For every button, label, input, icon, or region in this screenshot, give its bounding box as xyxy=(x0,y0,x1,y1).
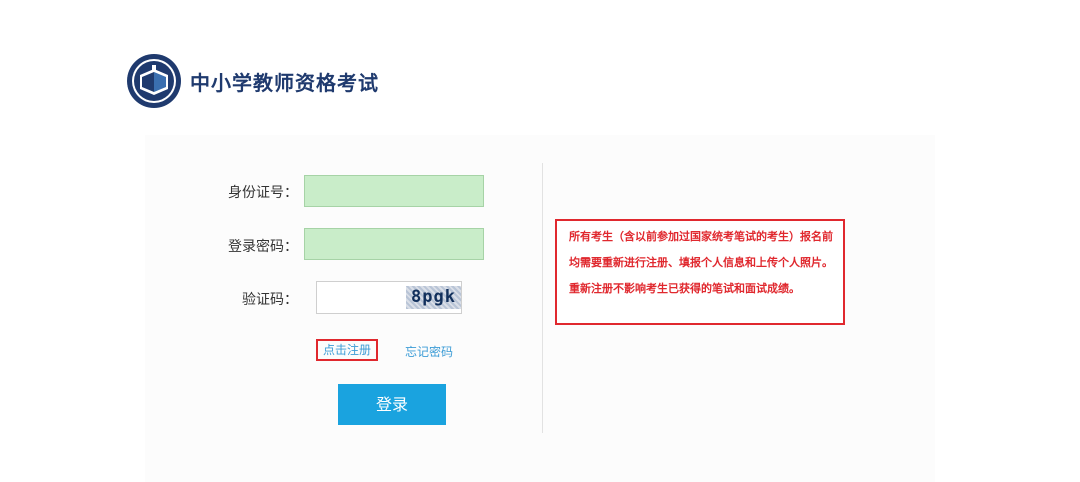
password-label: 登录密码： xyxy=(228,239,298,255)
captcha-image[interactable]: 8pgk xyxy=(406,286,461,309)
id-number-input[interactable] xyxy=(304,175,484,207)
password-input[interactable] xyxy=(304,228,484,260)
login-button[interactable]: 登录 xyxy=(338,384,446,425)
forgot-password-link[interactable]: 忘记密码 xyxy=(405,343,453,360)
login-page: 中小学教师资格考试 身份证号： 登录密码： 验证码： 8pgk 点击注册 忘记密… xyxy=(0,0,1080,482)
captcha-label: 验证码： xyxy=(242,292,298,308)
site-header: 中小学教师资格考试 xyxy=(126,52,379,110)
site-title: 中小学教师资格考试 xyxy=(190,70,379,95)
id-number-label: 身份证号： xyxy=(228,185,298,201)
registration-notice: 所有考生（含以前参加过国家统考笔试的考生）报名前均需要重新进行注册、填报个人信息… xyxy=(555,219,845,325)
panel-divider xyxy=(542,163,543,433)
register-link[interactable]: 点击注册 xyxy=(316,339,378,361)
education-seal-logo-icon xyxy=(127,54,181,108)
